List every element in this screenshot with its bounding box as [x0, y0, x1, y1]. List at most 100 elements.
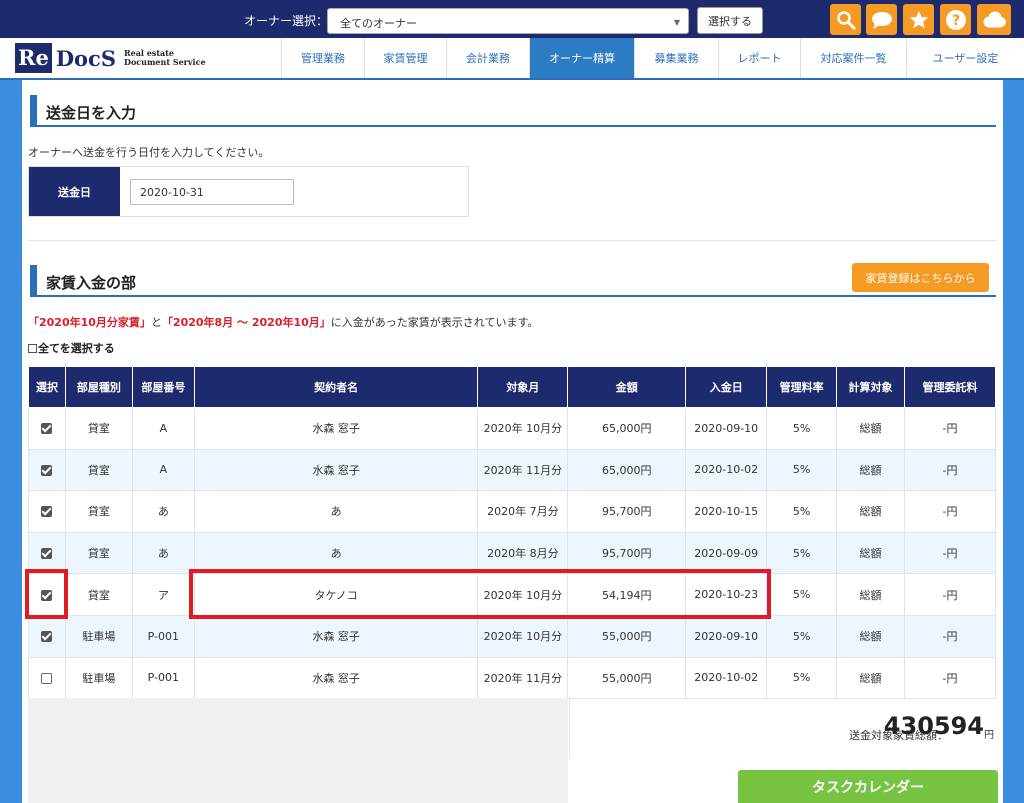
cell-payment-date: 2020-10-02 [685, 656, 768, 700]
main-navbar: Re DocS Real estate Document Service 管理業… [0, 38, 1024, 80]
select-all-box[interactable] [28, 343, 37, 353]
cell-amount: 55,000円 [567, 614, 687, 658]
col-header-fee-rate: 管理料率 [766, 366, 838, 408]
row-select-checkbox[interactable] [41, 548, 53, 560]
rent-notice: 「2020年10月分家賃」と「2020年8月 ～ 2020年10月」に入金があっ… [28, 314, 538, 330]
chat-icon [871, 11, 892, 29]
send-date-description: オーナーへ送金を行う日付を入力してください。 [28, 146, 270, 159]
nav-owner-settlement[interactable]: オーナー精算 [529, 38, 634, 78]
cell-calc-target: 総額 [836, 407, 906, 450]
row-select-checkbox[interactable] [41, 464, 53, 476]
favorite-button[interactable] [903, 4, 934, 35]
cell-select [28, 448, 66, 492]
nav-user-settings[interactable]: ユーザー設定 [906, 38, 1024, 78]
total-amount: 430594 [883, 712, 984, 740]
row-select-checkbox[interactable] [41, 589, 53, 601]
cell-amount: 95,700円 [567, 531, 687, 575]
table-row: 貸室アタケノコ 2020年 10月分 54,194円 2020-10-23 5% 総額 -円 [28, 573, 996, 616]
cell-select [28, 573, 66, 616]
table-row: 駐車場 P-001 水森 窓子 2020年 10月分 55,000円 2020-09-10… [28, 614, 996, 658]
redocs-logo[interactable]: Re DocS Real estate Document Service [15, 42, 206, 74]
cell-amount: 54,194円 [567, 573, 687, 616]
notice-target-month: 「2020年10月分家賃」 [28, 316, 151, 329]
table-header-row: 選択 部屋種別 部屋番号 契約者名 対象月 金額 入金日 管理料率 計算対象 管… [28, 366, 996, 408]
cell-room-type: 貸室 [64, 448, 133, 492]
cell-room-type: 貸室 [64, 531, 133, 575]
chat-button[interactable] [866, 4, 897, 35]
cell-room-type: 駐車場 [64, 614, 133, 658]
help-button[interactable]: ? [940, 4, 971, 35]
nav-accounting[interactable]: 会計業務 [446, 38, 529, 78]
cloud-button[interactable] [977, 4, 1011, 35]
table-row: 貸室 A 水森 窓子 2020年 11月分 65,000円 2020-10-02 5% 総額 -… [28, 448, 996, 492]
cell-room-number: ア [131, 573, 195, 616]
cell-contractor: あ [193, 531, 479, 575]
cell-room-type: 貸室 [64, 407, 133, 450]
cell-contractor: あ [193, 490, 479, 533]
help-icon: ? [945, 9, 966, 30]
table-row: 駐車場 P-001 水森 窓子 2020年 11月分 55,000円 2020-10-02… [28, 656, 996, 700]
cell-payment-date: 2020-09-10 [685, 614, 768, 658]
col-header-amount: 金額 [567, 366, 687, 408]
nav-rent-management[interactable]: 家賃管理 [364, 38, 446, 78]
cell-payment-date: 2020-10-02 [685, 448, 768, 492]
cell-payment-date: 2020-10-15 [685, 490, 768, 533]
cell-contractor: 水森 窓子 [193, 407, 479, 450]
cell-fee: -円 [904, 531, 996, 575]
cell-room-number: A [131, 407, 195, 450]
main-content: 送金日を入力 オーナーへ送金を行う日付を入力してください。 送金日 2020-1… [22, 80, 1003, 803]
nav-management[interactable]: 管理業務 [281, 38, 364, 78]
cell-calc-target: 総額 [836, 614, 906, 658]
col-header-target-month: 対象月 [477, 366, 569, 408]
cell-fee-rate: 5% [766, 531, 838, 575]
select-owner-button[interactable]: 選択する [697, 7, 763, 34]
nav-recruitment[interactable]: 募集業務 [634, 38, 718, 78]
cell-fee: -円 [904, 407, 996, 450]
total-summary: 送金対象家賃総額： 430594 円 [569, 698, 996, 758]
select-all-checkbox[interactable]: 全てを選択する [28, 340, 115, 356]
cell-fee-rate: 5% [766, 573, 838, 616]
col-header-calc-target: 計算対象 [836, 366, 906, 408]
search-icon [836, 10, 855, 29]
cell-select [28, 614, 66, 658]
cell-fee-rate: 5% [766, 407, 838, 450]
cell-select [28, 490, 66, 533]
cell-amount: 95,700円 [567, 490, 687, 533]
logo-subtitle-line2: Document Service [124, 57, 206, 67]
rent-register-button[interactable]: 家賃登録はこちらから [852, 263, 989, 292]
send-date-form: 送金日 2020-10-31 [28, 166, 469, 217]
row-select-checkbox[interactable] [41, 423, 53, 435]
nav-case-list[interactable]: 対応案件一覧 [800, 38, 906, 78]
cell-calc-target: 総額 [836, 490, 906, 533]
cell-contractor: タケノコ [193, 573, 479, 616]
task-calendar-button[interactable]: タスクカレンダー [738, 770, 998, 803]
cell-fee-rate: 5% [766, 490, 838, 533]
nav-report[interactable]: レポート [718, 38, 800, 78]
chevron-down-icon: ▼ [673, 18, 680, 27]
cell-amount: 55,000円 [567, 656, 687, 700]
cell-target-month: 2020年 11月分 [477, 448, 569, 492]
cloud-icon [983, 11, 1006, 27]
cell-target-month: 2020年 10月分 [477, 407, 569, 450]
cell-room-type: 貸室 [64, 573, 133, 616]
notice-conj: と [150, 316, 162, 329]
cell-fee: -円 [904, 448, 996, 492]
row-select-checkbox[interactable] [41, 631, 53, 643]
send-date-input[interactable]: 2020-10-31 [130, 179, 294, 205]
cell-amount: 65,000円 [567, 407, 687, 450]
cell-calc-target: 総額 [836, 448, 906, 492]
row-select-checkbox[interactable] [41, 672, 53, 684]
row-select-checkbox[interactable] [41, 506, 53, 518]
owner-select[interactable]: 全てのオーナー ▼ [327, 8, 689, 34]
select-all-label: 全てを選択する [38, 342, 115, 355]
logo-subtitle: Real estate Document Service [124, 49, 206, 67]
cell-room-number: あ [131, 531, 195, 575]
section-title-bar [30, 265, 37, 296]
cell-room-number: A [131, 448, 195, 492]
table-row: 貸室ああ 2020年 8月分 95,700円 2020-09-09 5% 総額 -円 [28, 531, 996, 575]
search-button[interactable] [830, 4, 861, 35]
cell-room-number: あ [131, 490, 195, 533]
col-header-payment-date: 入金日 [685, 366, 768, 408]
owner-select-value: 全てのオーナー [340, 17, 417, 30]
table-footer-area [28, 698, 568, 803]
